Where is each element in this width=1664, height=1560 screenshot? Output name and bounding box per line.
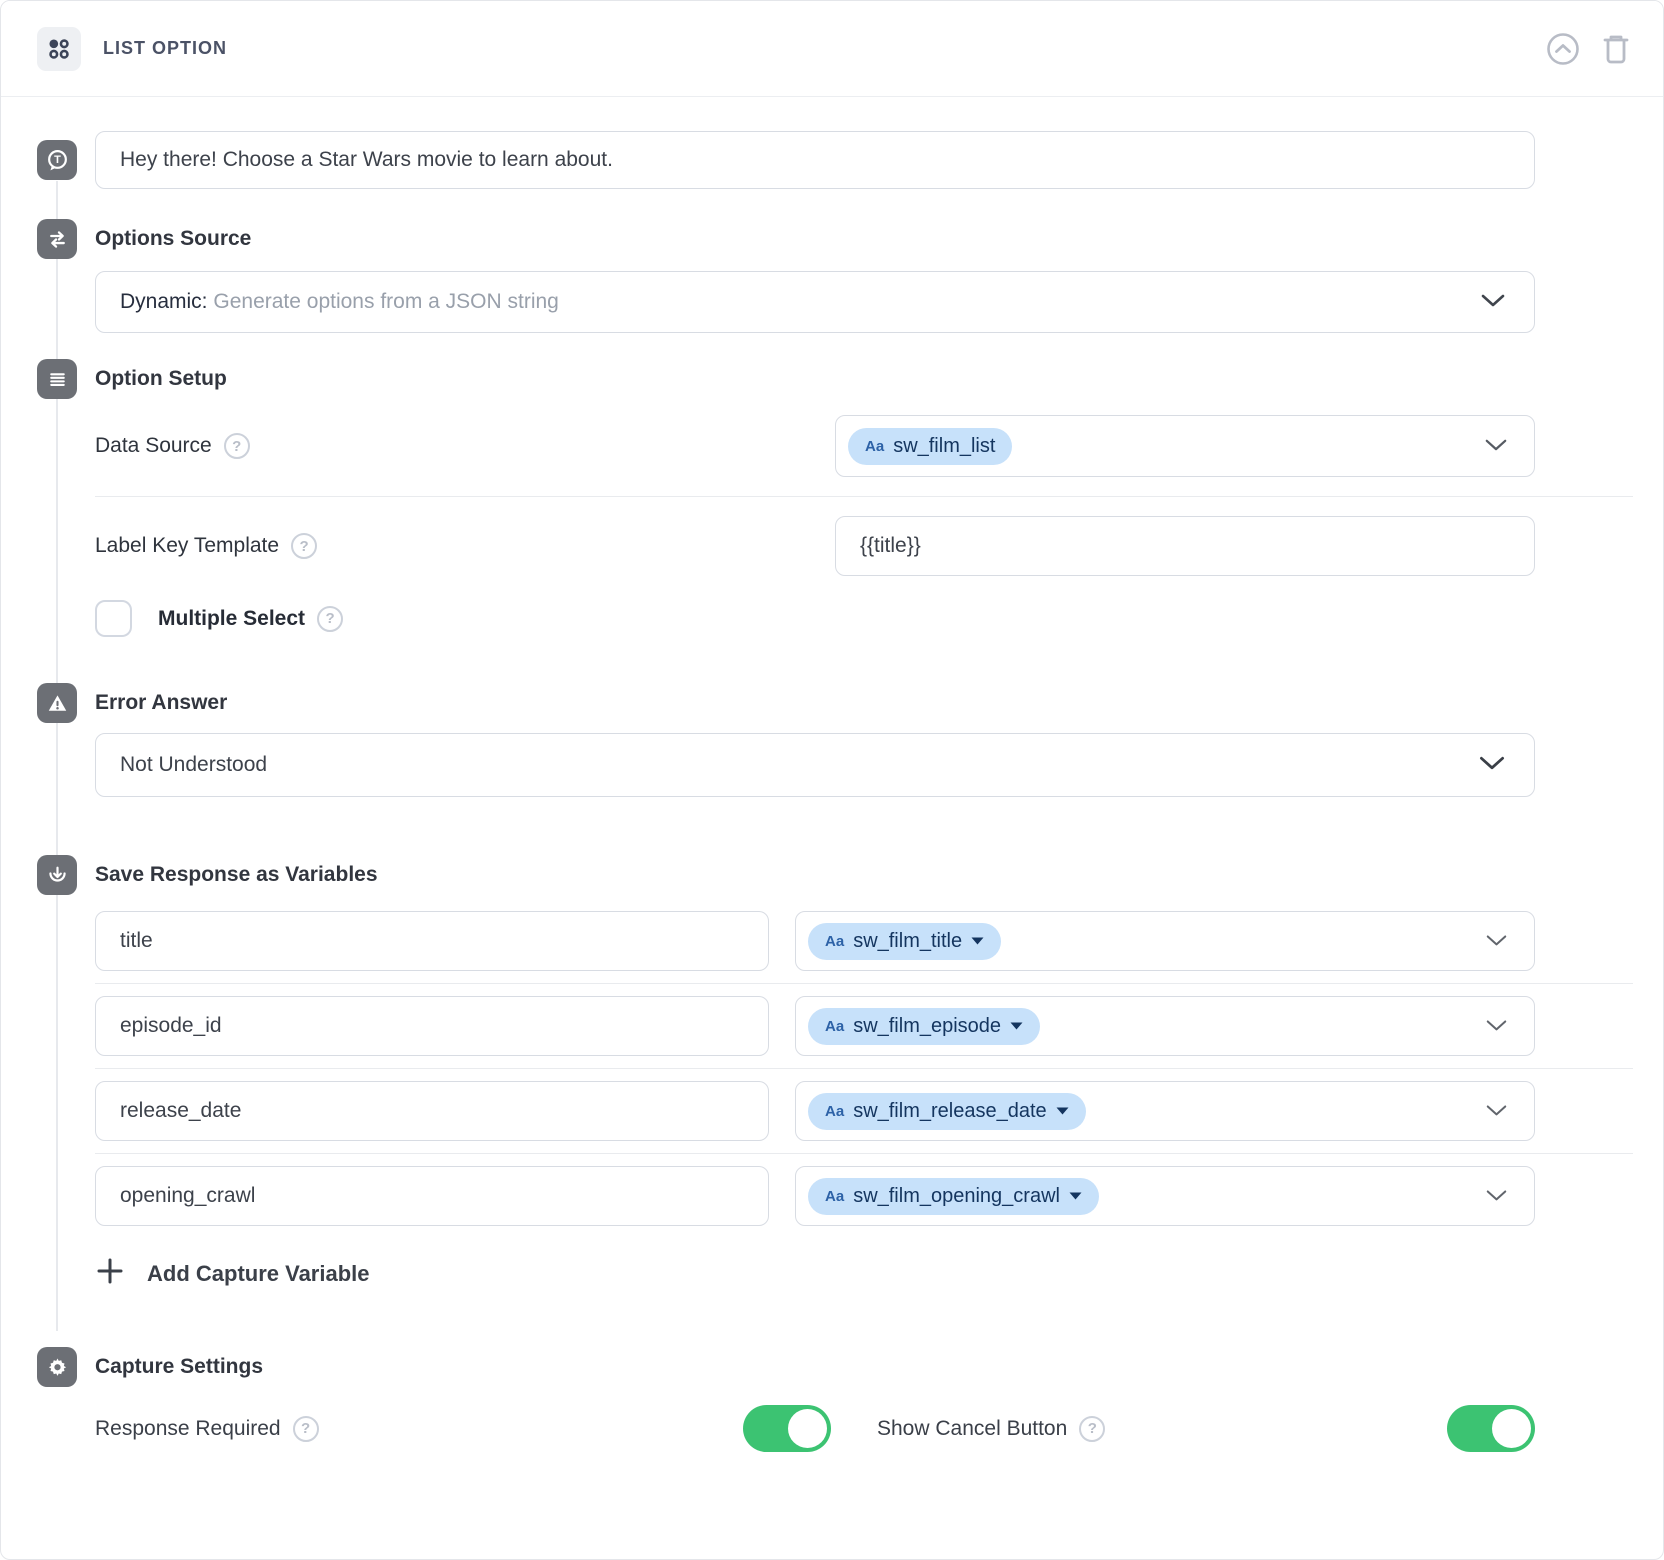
chevron-down-icon bbox=[1485, 929, 1508, 953]
response-required-label: Response Required bbox=[95, 1417, 281, 1441]
variable-type-badge: Aa bbox=[825, 1018, 844, 1035]
help-icon[interactable]: ? bbox=[291, 533, 317, 559]
option-setup-label: Option Setup bbox=[95, 367, 227, 391]
options-source-label: Options Source bbox=[95, 227, 251, 251]
chip-caret-icon bbox=[1010, 1022, 1023, 1030]
multiple-select-label: Multiple Select bbox=[158, 607, 305, 631]
collapse-circle-chevron-up-icon[interactable] bbox=[1545, 31, 1581, 67]
chevron-down-icon bbox=[1485, 1014, 1508, 1038]
chip-caret-icon bbox=[1056, 1107, 1069, 1115]
add-capture-variable-label: Add Capture Variable bbox=[147, 1261, 370, 1287]
label-key-template-value: {{title}} bbox=[860, 534, 921, 558]
capture-variable-select[interactable]: Aa sw_film_episode bbox=[795, 996, 1535, 1056]
options-source-selected-prefix: Dynamic: bbox=[120, 290, 208, 313]
capture-variable-select[interactable]: Aa sw_film_opening_crawl bbox=[795, 1166, 1535, 1226]
chevron-down-icon bbox=[1485, 1184, 1508, 1208]
save-response-label: Save Response as Variables bbox=[95, 863, 378, 887]
capture-variable-row: title Aa sw_film_title bbox=[95, 911, 1535, 971]
variable-type-badge: Aa bbox=[865, 438, 884, 455]
error-answer-label: Error Answer bbox=[95, 691, 227, 715]
row-divider bbox=[95, 983, 1633, 984]
swap-arrows-icon bbox=[37, 219, 77, 259]
capture-variable-name: sw_film_episode bbox=[853, 1015, 1001, 1038]
show-cancel-button-label: Show Cancel Button bbox=[877, 1417, 1067, 1441]
capture-variable-chip[interactable]: Aa sw_film_opening_crawl bbox=[808, 1178, 1099, 1215]
save-download-icon bbox=[37, 855, 77, 895]
capture-key-value: opening_crawl bbox=[120, 1184, 255, 1208]
add-capture-variable-button[interactable]: Add Capture Variable bbox=[95, 1256, 1535, 1291]
capture-variable-chip[interactable]: Aa sw_film_release_date bbox=[808, 1093, 1086, 1130]
label-key-template-input[interactable]: {{title}} bbox=[835, 516, 1535, 576]
gear-icon bbox=[37, 1347, 77, 1387]
variable-type-badge: Aa bbox=[825, 933, 844, 950]
chip-caret-icon bbox=[1069, 1192, 1082, 1200]
options-source-selected-hint: Generate options from a JSON string bbox=[213, 290, 559, 313]
chevron-down-icon bbox=[1480, 290, 1506, 314]
warning-triangle-icon bbox=[37, 683, 77, 723]
capture-variable-row: episode_id Aa sw_film_episode bbox=[95, 996, 1535, 1056]
capture-variable-name: sw_film_title bbox=[853, 930, 962, 953]
capture-variable-select[interactable]: Aa sw_film_release_date bbox=[795, 1081, 1535, 1141]
capture-variable-row: release_date Aa sw_film_release_date bbox=[95, 1081, 1535, 1141]
variable-type-badge: Aa bbox=[825, 1188, 844, 1205]
help-icon[interactable]: ? bbox=[293, 1416, 319, 1442]
chevron-down-icon bbox=[1485, 1099, 1508, 1123]
capture-variable-name: sw_film_opening_crawl bbox=[853, 1185, 1060, 1208]
response-required-toggle[interactable] bbox=[743, 1405, 831, 1452]
help-icon[interactable]: ? bbox=[224, 433, 250, 459]
error-answer-select[interactable]: Not Understood bbox=[95, 733, 1535, 797]
text-message-icon: T bbox=[37, 140, 77, 180]
multiple-select-checkbox[interactable] bbox=[95, 600, 132, 637]
capture-settings-label: Capture Settings bbox=[95, 1355, 263, 1379]
message-text-input[interactable]: Hey there! Choose a Star Wars movie to l… bbox=[95, 131, 1535, 189]
capture-variable-name: sw_film_release_date bbox=[853, 1100, 1046, 1123]
capture-key-input[interactable]: episode_id bbox=[95, 996, 769, 1056]
capture-key-input[interactable]: title bbox=[95, 911, 769, 971]
help-icon[interactable]: ? bbox=[1079, 1416, 1105, 1442]
capture-key-value: release_date bbox=[120, 1099, 241, 1123]
help-icon[interactable]: ? bbox=[317, 606, 343, 632]
row-divider bbox=[95, 1153, 1633, 1154]
chevron-down-icon bbox=[1478, 753, 1506, 777]
message-text-value: Hey there! Choose a Star Wars movie to l… bbox=[120, 148, 613, 172]
chip-caret-icon bbox=[971, 937, 984, 945]
data-source-variable-chip[interactable]: Aa sw_film_list bbox=[848, 428, 1012, 465]
capture-key-value: title bbox=[120, 929, 153, 953]
options-source-select[interactable]: Dynamic: Generate options from a JSON st… bbox=[95, 271, 1535, 333]
row-divider bbox=[95, 1068, 1633, 1069]
list-option-block-editor: LIST OPTION bbox=[0, 0, 1664, 1560]
capture-variable-chip[interactable]: Aa sw_film_episode bbox=[808, 1008, 1040, 1045]
trash-icon[interactable] bbox=[1599, 31, 1633, 67]
row-divider bbox=[95, 496, 1633, 497]
label-key-template-label: Label Key Template bbox=[95, 534, 279, 558]
plus-icon bbox=[95, 1256, 125, 1291]
list-option-dots-icon bbox=[37, 27, 81, 71]
capture-key-input[interactable]: opening_crawl bbox=[95, 1166, 769, 1226]
svg-text:T: T bbox=[54, 154, 61, 166]
variable-type-badge: Aa bbox=[825, 1103, 844, 1120]
data-source-select[interactable]: Aa sw_film_list bbox=[835, 415, 1535, 477]
capture-variable-row: opening_crawl Aa sw_film_opening_crawl bbox=[95, 1166, 1535, 1226]
capture-key-input[interactable]: release_date bbox=[95, 1081, 769, 1141]
block-title: LIST OPTION bbox=[103, 38, 227, 59]
data-source-label: Data Source bbox=[95, 434, 212, 458]
capture-variable-chip[interactable]: Aa sw_film_title bbox=[808, 923, 1001, 960]
data-source-variable-name: sw_film_list bbox=[893, 435, 995, 458]
list-lines-icon bbox=[37, 359, 77, 399]
capture-variable-select[interactable]: Aa sw_film_title bbox=[795, 911, 1535, 971]
block-header: LIST OPTION bbox=[1, 1, 1663, 97]
error-answer-value: Not Understood bbox=[120, 753, 267, 777]
show-cancel-button-toggle[interactable] bbox=[1447, 1405, 1535, 1452]
chevron-down-icon bbox=[1484, 434, 1508, 458]
capture-key-value: episode_id bbox=[120, 1014, 222, 1038]
